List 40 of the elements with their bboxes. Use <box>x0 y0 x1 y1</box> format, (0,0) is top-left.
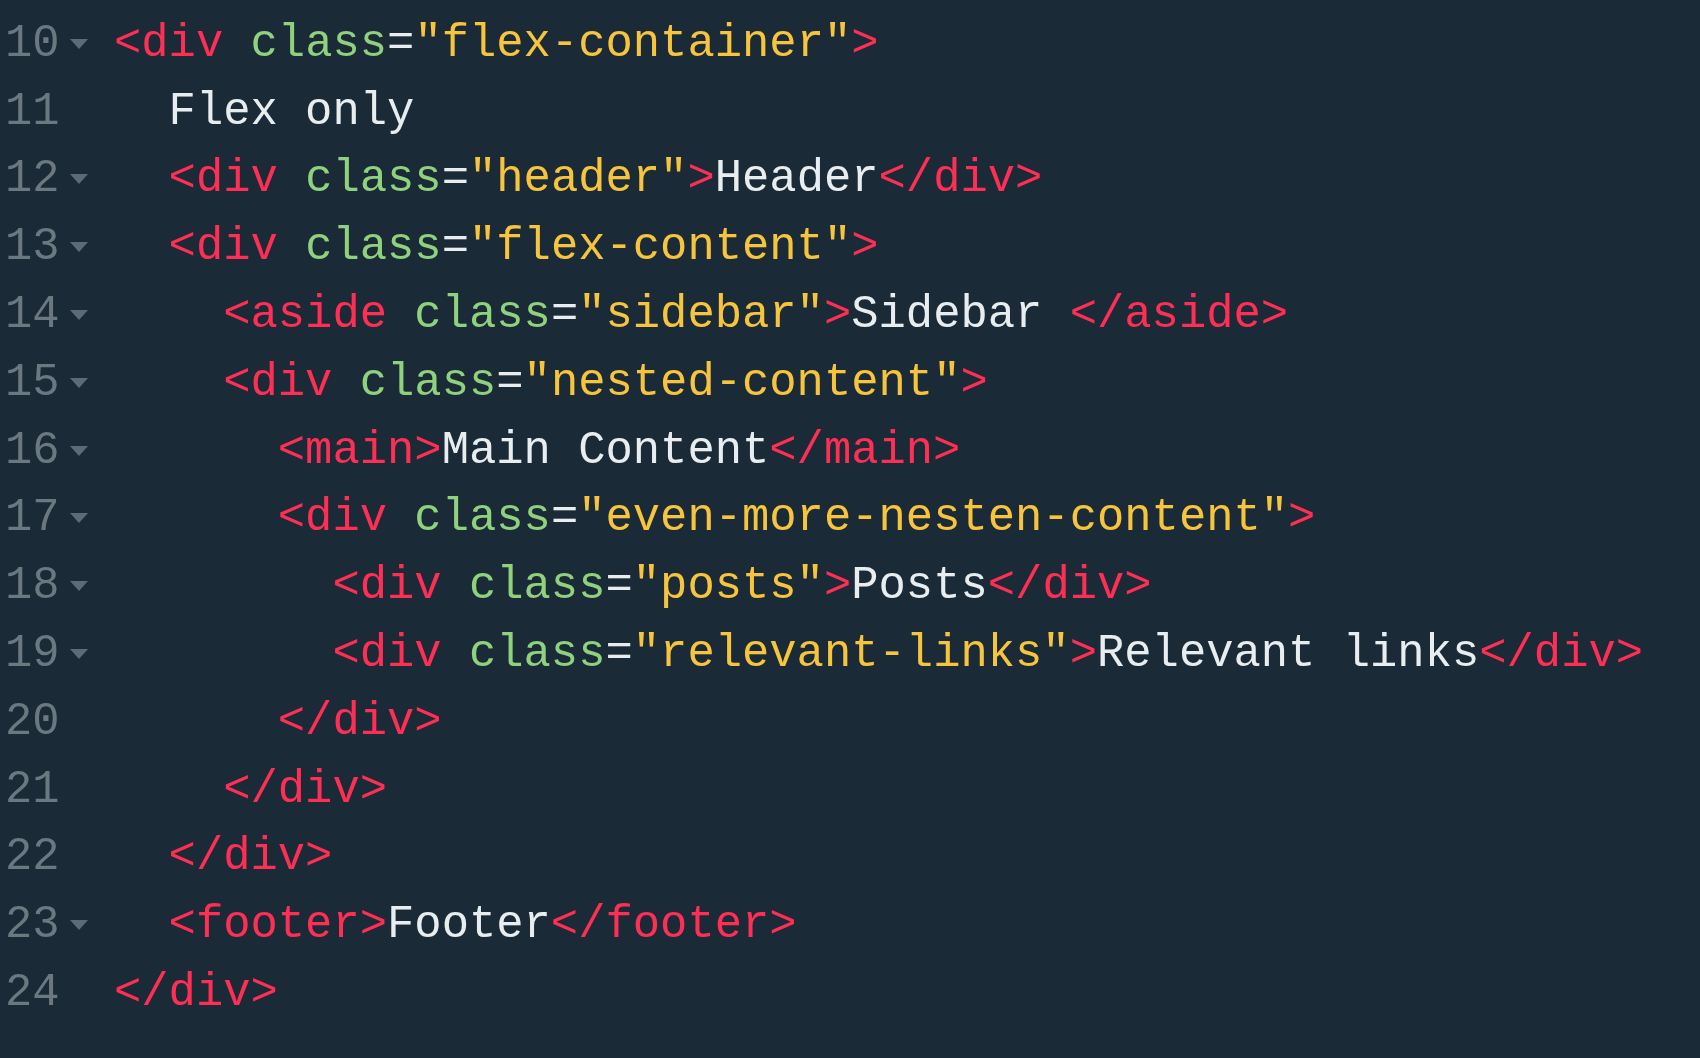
fold-arrow-icon[interactable] <box>67 580 91 593</box>
code-line: <div class="nested-content"> <box>223 356 988 409</box>
fold-arrow-icon[interactable] <box>67 919 91 932</box>
code-line: <div class="posts">Posts</div> <box>332 560 1152 613</box>
fold-arrow-icon[interactable] <box>67 173 91 186</box>
line-number: 17 <box>4 492 61 545</box>
code-line: <div class="even-more-nesten-content"> <box>277 492 1316 545</box>
fold-arrow-icon[interactable] <box>67 309 91 322</box>
code-line: </div> <box>168 831 333 884</box>
fold-arrow-icon[interactable] <box>67 512 91 525</box>
fold-arrow-icon[interactable] <box>67 37 91 50</box>
code-line: </div> <box>223 763 388 816</box>
code-line: <div class="flex-container"> <box>114 17 879 70</box>
line-number: 11 <box>4 85 61 138</box>
line-number: 14 <box>4 289 61 342</box>
code-line: </div> <box>114 967 278 1020</box>
fold-arrow-icon[interactable] <box>67 241 91 254</box>
line-number: 22 <box>4 831 61 884</box>
code-line: <footer>Footer</footer> <box>168 899 797 952</box>
line-number: 20 <box>4 695 61 748</box>
line-number: 23 <box>4 899 61 952</box>
code-line: <div class="header">Header</div> <box>168 153 1043 206</box>
line-number: 13 <box>4 221 61 274</box>
line-number: 10 <box>4 17 61 70</box>
code-line: Flex only <box>168 85 415 138</box>
fold-arrow-icon[interactable] <box>67 376 91 389</box>
fold-arrow-icon[interactable] <box>67 648 91 661</box>
line-number: 18 <box>4 560 61 613</box>
code-line: <aside class="sidebar">Sidebar </aside> <box>223 289 1289 342</box>
code-line: <main>Main Content</main> <box>277 424 961 477</box>
line-number: 12 <box>4 153 61 206</box>
code-line: </div> <box>277 695 442 748</box>
code-line: <div class="flex-content"> <box>168 221 879 274</box>
fold-arrow-icon[interactable] <box>67 444 91 457</box>
line-number: 16 <box>4 424 61 477</box>
line-number: 24 <box>4 967 61 1020</box>
code-line: <div class="relevant-links">Relevant links</div> <box>332 628 1644 681</box>
line-number: 19 <box>4 628 61 681</box>
line-number: 21 <box>4 763 61 816</box>
line-number: 15 <box>4 356 61 409</box>
